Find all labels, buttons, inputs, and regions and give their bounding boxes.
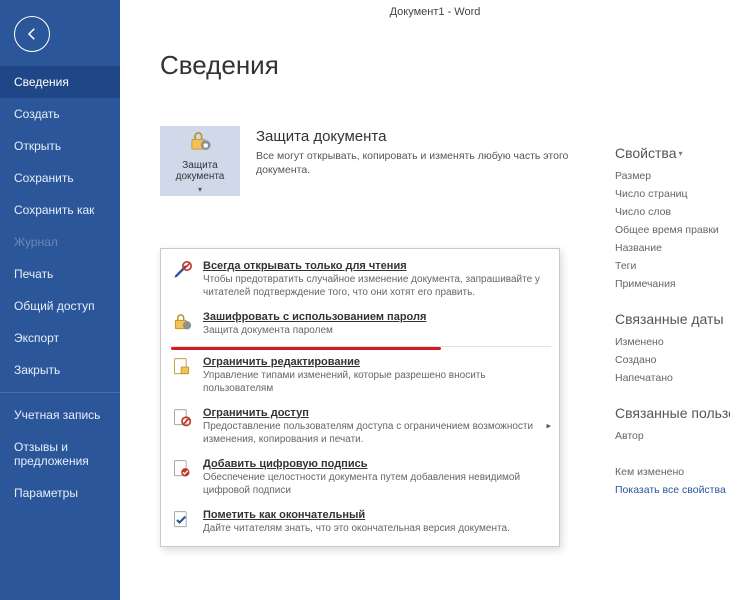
changed-by-label: Кем изменено <box>615 463 730 481</box>
nav-item[interactable]: Экспорт <box>0 322 120 354</box>
dropdown-item-desc: Управление типами изменений, которые раз… <box>203 369 547 395</box>
protect-document-button[interactable]: Защита документа ▾ <box>160 126 240 196</box>
final-icon <box>171 509 193 531</box>
dropdown-item-final[interactable]: Пометить как окончательныйДайте читателя… <box>161 503 559 541</box>
dropdown-item-desc: Предоставление пользователям доступа с о… <box>203 420 547 446</box>
show-all-properties-link[interactable]: Показать все свойства <box>615 481 730 499</box>
nav-item[interactable]: Общий доступ <box>0 290 120 322</box>
chevron-down-icon: ▾ <box>678 149 682 158</box>
nav-footer-item[interactable]: Параметры <box>0 477 120 509</box>
restrict-access-icon <box>171 407 193 429</box>
date-item: Создано <box>615 351 730 369</box>
dropdown-item-desc: Дайте читателям знать, что это окончател… <box>203 522 547 535</box>
window-title: Документ1 - Word <box>120 0 750 20</box>
properties-heading[interactable]: Свойства▾ <box>615 145 730 161</box>
dropdown-item-title: Ограничить доступ <box>203 407 547 419</box>
property-item: Теги <box>615 257 730 275</box>
protect-button-label: Защита документа <box>164 160 236 182</box>
related-people-heading: Связанные пользователи <box>615 405 730 421</box>
nav-item[interactable]: Сохранить как <box>0 194 120 226</box>
nav-item[interactable]: Сведения <box>0 66 120 98</box>
property-item: Число слов <box>615 203 730 221</box>
dropdown-item-title: Всегда открывать только для чтения <box>203 260 547 272</box>
dropdown-item-title: Зашифровать с использованием пароля <box>203 311 547 323</box>
nav-item: Журнал <box>0 226 120 258</box>
property-item: Размер <box>615 167 730 185</box>
nav-item[interactable]: Печать <box>0 258 120 290</box>
nav-separator <box>0 392 120 393</box>
dropdown-item-restrict-access[interactable]: Ограничить доступПредоставление пользова… <box>161 401 559 452</box>
arrow-left-icon <box>23 25 41 43</box>
lock-shield-icon <box>187 128 213 157</box>
nav-item[interactable]: Закрыть <box>0 354 120 386</box>
readonly-icon <box>171 260 193 282</box>
nav-item[interactable]: Открыть <box>0 130 120 162</box>
date-item: Изменено <box>615 333 730 351</box>
dropdown-item-restrict-edit[interactable]: Ограничить редактированиеУправление типа… <box>161 350 559 401</box>
restrict-edit-icon <box>171 356 193 378</box>
dropdown-item-title: Ограничить редактирование <box>203 356 547 368</box>
dropdown-item-title: Добавить цифровую подпись <box>203 458 547 470</box>
nav-footer-item[interactable]: Учетная запись <box>0 399 120 431</box>
encrypt-icon <box>171 311 193 333</box>
people-list: Автор <box>615 427 730 445</box>
dropdown-item-desc: Обеспечение целостности документа путем … <box>203 471 547 497</box>
back-button[interactable] <box>14 16 50 52</box>
date-item: Напечатано <box>615 369 730 387</box>
chevron-down-icon: ▾ <box>198 185 202 194</box>
annotation-red-underline <box>171 347 441 350</box>
properties-list: РазмерЧисло страницЧисло словОбщее время… <box>615 167 730 293</box>
related-dates-heading: Связанные даты <box>615 311 730 327</box>
page-title: Сведения <box>160 50 580 81</box>
chevron-right-icon: ▸ <box>546 421 551 432</box>
protect-desc: Все могут открывать, копировать и изменя… <box>256 149 580 177</box>
main-area: Документ1 - Word Сведения Защита докумен… <box>120 0 750 600</box>
property-item: Примечания <box>615 275 730 293</box>
property-item: Название <box>615 239 730 257</box>
signature-icon <box>171 458 193 480</box>
nav-item[interactable]: Сохранить <box>0 162 120 194</box>
dates-list: ИзмененоСозданоНапечатано <box>615 333 730 387</box>
property-item: Общее время правки <box>615 221 730 239</box>
property-item: Число страниц <box>615 185 730 203</box>
nav-item[interactable]: Создать <box>0 98 120 130</box>
backstage-sidebar: СведенияСоздатьОткрытьСохранитьСохранить… <box>0 0 120 600</box>
dropdown-item-readonly[interactable]: Всегда открывать только для чтенияЧтобы … <box>161 254 559 305</box>
people-item: Автор <box>615 427 730 445</box>
dropdown-item-signature[interactable]: Добавить цифровую подписьОбеспечение цел… <box>161 452 559 503</box>
dropdown-item-desc: Защита документа паролем <box>203 324 547 337</box>
dropdown-item-desc: Чтобы предотвратить случайное изменение … <box>203 273 547 299</box>
dropdown-item-title: Пометить как окончательный <box>203 509 547 521</box>
protect-dropdown: Всегда открывать только для чтенияЧтобы … <box>160 248 560 547</box>
nav-footer-item[interactable]: Отзывы и предложения <box>0 431 120 477</box>
dropdown-item-encrypt[interactable]: Зашифровать с использованием пароляЗащит… <box>161 305 559 343</box>
protect-title: Защита документа <box>256 128 580 145</box>
